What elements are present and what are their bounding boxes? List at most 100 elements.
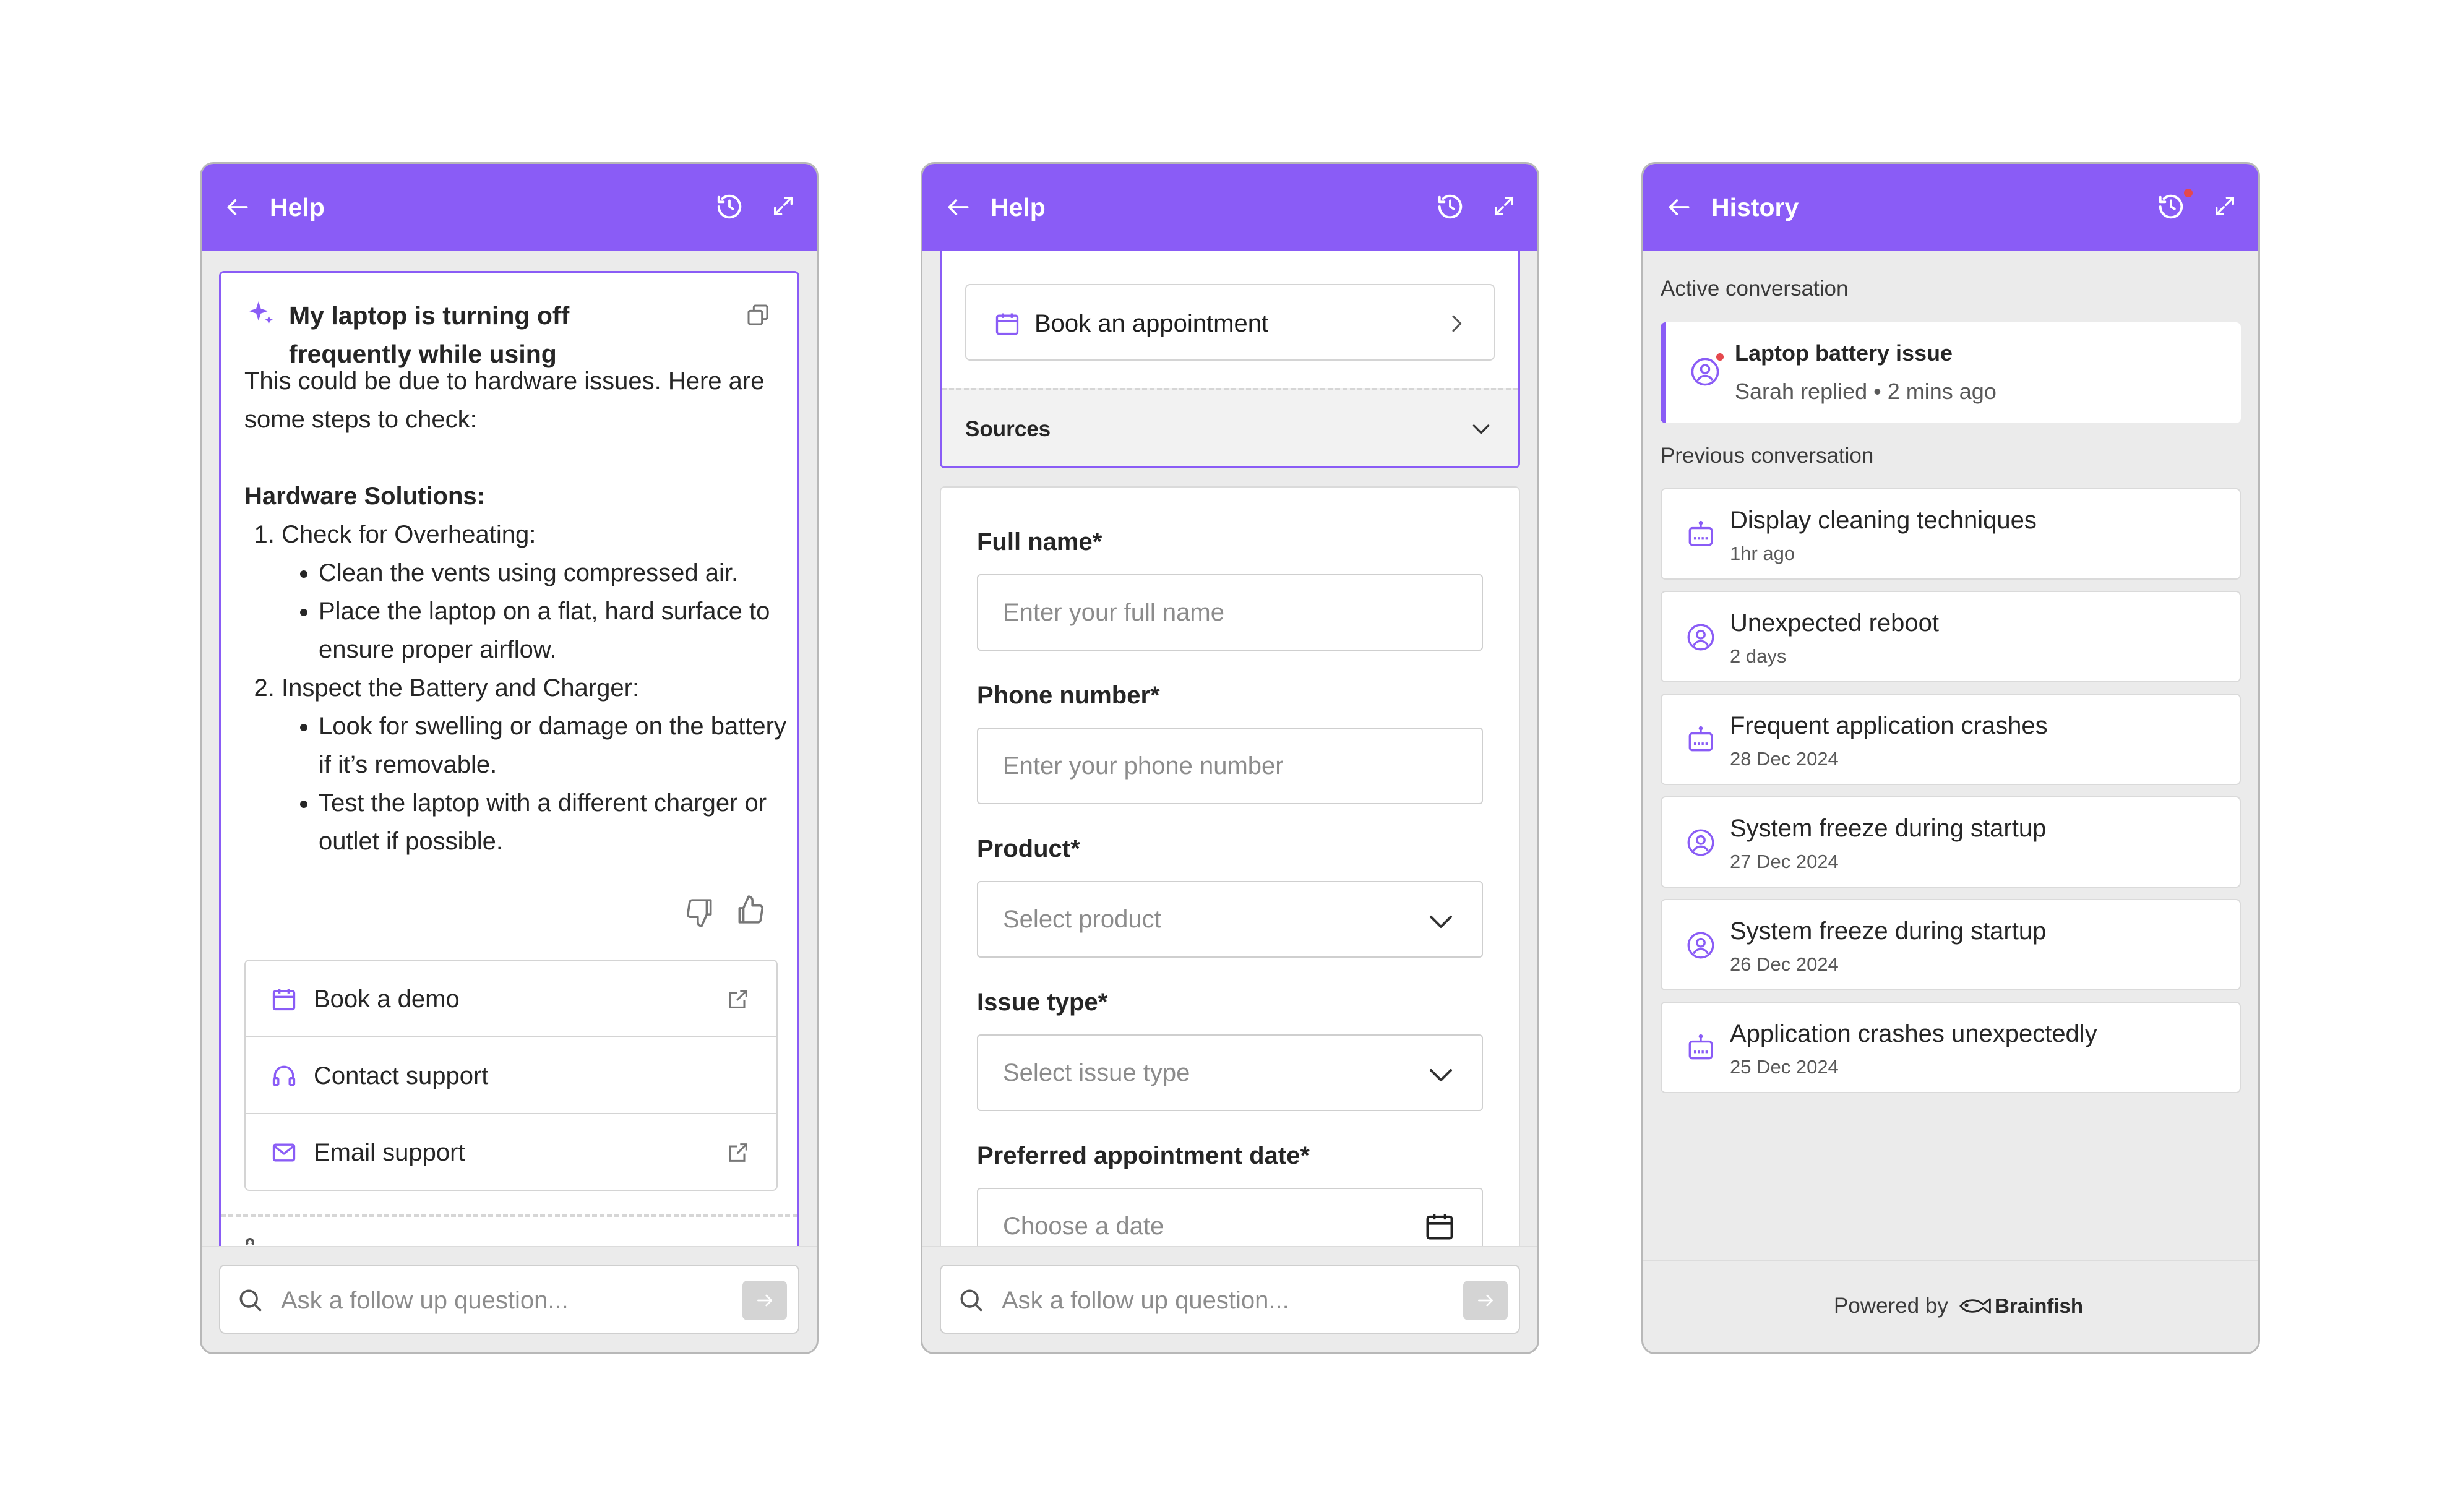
chat-footer: Ask a follow up question... — [922, 1246, 1537, 1352]
bullet-item: Look for swelling or damage on the batte… — [319, 707, 789, 784]
expand-icon[interactable] — [1492, 194, 1516, 218]
panel-header: Help — [922, 164, 1537, 251]
conversation-time: 1hr ago — [1730, 543, 1795, 564]
thumbs-down-icon[interactable] — [685, 898, 716, 929]
bullet-list: Clean the vents using compressed air. Pl… — [319, 554, 789, 669]
phone-input[interactable]: Enter your phone number — [977, 728, 1483, 804]
search-icon — [960, 1289, 982, 1312]
expand-icon[interactable] — [2212, 194, 2237, 218]
chevron-down-icon — [1472, 424, 1490, 434]
active-section-label: Active conversation — [1661, 277, 1849, 301]
select-placeholder: Select product — [1003, 906, 1161, 933]
conversation-title: Application crashes unexpectedly — [1730, 1020, 2097, 1047]
action-list: Book a demo Contact support Email suppor… — [244, 960, 778, 1191]
history-icon[interactable] — [1436, 192, 1464, 221]
select-placeholder: Select issue type — [1003, 1059, 1190, 1086]
answer-card: My laptop is turning off frequently whil… — [219, 271, 799, 1246]
calendar-icon — [1426, 1214, 1453, 1240]
arrow-right-icon — [757, 1294, 772, 1307]
history-panel: History Active conversation Laptop batte… — [1641, 162, 2260, 1354]
send-button[interactable] — [742, 1281, 787, 1320]
phone-label: Phone number* — [977, 682, 1160, 709]
bullet-item: Place the laptop on a flat, hard surface… — [319, 592, 789, 669]
answer-intro: This could be due to hardware issues. He… — [244, 367, 765, 433]
brand-name: Brainfish — [1995, 1294, 2084, 1317]
panel-title: Help — [270, 193, 325, 221]
history-icon[interactable] — [715, 192, 744, 221]
conversation-subtitle: Sarah replied • 2 mins ago — [1735, 379, 1997, 404]
action-label: Email support — [314, 1139, 465, 1166]
sparkle-icon — [249, 301, 273, 324]
step-title: Inspect the Battery and Charger: — [282, 674, 640, 702]
external-link-icon — [729, 990, 747, 1008]
expand-icon[interactable] — [771, 194, 796, 218]
form-scroll-area[interactable]: Book an appointment Sources Full name* E… — [922, 251, 1537, 1246]
panel-header: Help — [202, 164, 817, 251]
chevron-right-icon — [1452, 315, 1462, 332]
step-item: Inspect the Battery and Charger: Look fo… — [282, 669, 789, 861]
follow-up-input[interactable]: Ask a follow up question... — [940, 1265, 1520, 1334]
arrow-right-icon — [1478, 1294, 1493, 1307]
conversation-time: 28 Dec 2024 — [1730, 748, 1839, 770]
contact-support-action[interactable]: Contact support — [246, 1037, 776, 1114]
thumbs-up-icon[interactable] — [734, 894, 765, 925]
back-arrow-icon[interactable] — [224, 194, 251, 221]
steps-list: Check for Overheating: Clean the vents u… — [282, 515, 789, 861]
calendar-icon — [272, 989, 296, 1011]
history-item[interactable]: Unexpected reboot 2 days — [1661, 591, 2241, 682]
follow-up-input[interactable]: Ask a follow up question... — [219, 1265, 799, 1334]
input-placeholder: Ask a follow up question... — [281, 1287, 569, 1314]
headset-icon — [272, 1065, 296, 1086]
unread-dot — [1715, 352, 1725, 362]
bullet-item: Clean the vents using compressed air. — [319, 554, 789, 592]
bullet-item: Test the laptop with a different charger… — [319, 784, 789, 861]
copy-icon[interactable] — [746, 303, 770, 327]
book-demo-action[interactable]: Book a demo — [246, 961, 776, 1037]
history-item[interactable]: Frequent application crashes 28 Dec 2024 — [1661, 694, 2241, 785]
appointment-label: Book an appointment — [1034, 310, 1269, 337]
calendar-icon — [995, 313, 1019, 335]
sources-toggle[interactable]: Sources — [942, 388, 1518, 466]
answer-card: Book an appointment Sources — [940, 251, 1520, 468]
external-link-icon — [729, 1143, 747, 1162]
issue-type-select[interactable]: Select issue type — [977, 1034, 1483, 1111]
back-arrow-icon[interactable] — [945, 194, 972, 221]
conversation-title: Laptop battery issue — [1735, 340, 1953, 366]
full-name-input[interactable]: Enter your full name — [977, 574, 1483, 651]
chat-scroll-area[interactable]: My laptop is turning off frequently whil… — [202, 251, 817, 1246]
action-label: Book a demo — [314, 986, 460, 1013]
chevron-down-icon — [1430, 1069, 1452, 1081]
history-item[interactable]: Application crashes unexpectedly 25 Dec … — [1661, 1002, 2241, 1093]
user-icon — [1687, 829, 1714, 856]
date-label: Preferred appointment date* — [977, 1142, 1310, 1169]
history-item[interactable]: Display cleaning techniques 1hr ago — [1661, 488, 2241, 580]
action-label: Contact support — [314, 1062, 489, 1089]
divider — [221, 1214, 797, 1217]
date-picker[interactable]: Choose a date — [977, 1188, 1483, 1246]
input-placeholder: Choose a date — [1003, 1213, 1164, 1240]
product-label: Product* — [977, 835, 1080, 862]
conversation-title: Unexpected reboot — [1730, 609, 1940, 637]
input-placeholder: Enter your full name — [1003, 599, 1224, 626]
sources-peek — [246, 1238, 254, 1246]
back-arrow-icon[interactable] — [1666, 194, 1693, 221]
chat-footer: Ask a follow up question... — [202, 1246, 817, 1352]
history-item[interactable]: System freeze during startup 26 Dec 2024 — [1661, 899, 2241, 990]
active-conversation-item[interactable]: Laptop battery issue Sarah replied • 2 m… — [1661, 322, 2241, 423]
product-select[interactable]: Select product — [977, 881, 1483, 958]
conversation-title: System freeze during startup — [1730, 815, 2047, 842]
conversation-title: System freeze during startup — [1730, 917, 2047, 945]
bullet-list: Look for swelling or damage on the batte… — [319, 707, 789, 861]
sources-label: Sources — [965, 417, 1051, 441]
history-item[interactable]: System freeze during startup 27 Dec 2024 — [1661, 796, 2241, 888]
answer-text: This could be due to hardware issues. He… — [244, 362, 789, 861]
brainfish-logo-icon — [1959, 1298, 1991, 1314]
book-appointment-button[interactable]: Book an appointment — [965, 284, 1495, 361]
email-support-action[interactable]: Email support — [246, 1114, 776, 1191]
send-button[interactable] — [1463, 1281, 1508, 1320]
previous-section-label: Previous conversation — [1661, 444, 1874, 468]
panel-title: Help — [991, 193, 1046, 221]
answer-section-title: Hardware Solutions: — [244, 483, 485, 510]
history-icon[interactable] — [2157, 192, 2185, 221]
input-placeholder: Ask a follow up question... — [1002, 1287, 1289, 1314]
